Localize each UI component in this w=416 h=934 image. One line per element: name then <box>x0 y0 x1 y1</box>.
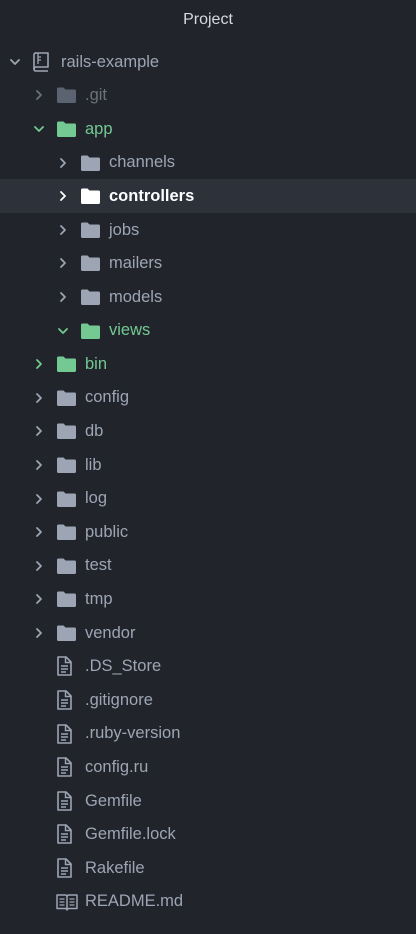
tree-row[interactable]: tmp <box>0 583 416 617</box>
tree-item-label: .ruby-version <box>85 724 181 743</box>
chevron-right-icon[interactable] <box>56 256 70 270</box>
chevron-right-icon[interactable] <box>32 626 46 640</box>
chevron-right-icon[interactable] <box>56 189 70 203</box>
tree-row[interactable]: models <box>0 280 416 314</box>
file-icon <box>56 690 78 710</box>
folder-icon <box>80 321 102 341</box>
chevron-right-icon[interactable] <box>32 559 46 573</box>
chevron-right-icon[interactable] <box>32 88 46 102</box>
tree-item-label: Rakefile <box>85 858 145 877</box>
folder-icon <box>80 220 102 240</box>
project-panel: Project rails-example .git app channels cont… <box>0 0 416 934</box>
tree-row[interactable]: .gitignore <box>0 683 416 717</box>
file-icon <box>56 723 78 744</box>
chevron-right-icon[interactable] <box>32 458 46 472</box>
tree-item-label: config <box>85 388 130 407</box>
folder-icon <box>56 388 78 408</box>
tree-item-label: test <box>85 556 112 575</box>
tree-row[interactable]: jobs <box>0 213 416 247</box>
tree-row[interactable]: log <box>0 482 416 516</box>
tree-item-label: views <box>109 321 151 340</box>
chevron-right-icon[interactable] <box>56 156 70 170</box>
tree-row[interactable]: db <box>0 415 416 449</box>
file-icon <box>56 824 78 845</box>
tree-item-label: jobs <box>109 220 140 239</box>
book-icon <box>56 892 78 912</box>
folder-icon <box>56 421 78 441</box>
folder-icon <box>80 253 102 273</box>
tree-item-label: config.ru <box>85 758 149 777</box>
chevron-right-icon[interactable] <box>56 223 70 237</box>
tree-row[interactable]: app <box>0 112 416 146</box>
tree-row[interactable]: config.ru <box>0 750 416 784</box>
tree-row[interactable]: channels <box>0 146 416 180</box>
tree-row[interactable]: test <box>0 549 416 583</box>
tree-item-label: tmp <box>85 590 113 609</box>
chevron-right-icon[interactable] <box>32 525 46 539</box>
folder-icon <box>56 119 78 139</box>
repo-icon <box>32 51 54 72</box>
file-tree: rails-example .git app channels controllers j… <box>0 45 416 918</box>
folder-icon <box>56 489 78 509</box>
tree-row[interactable]: .git <box>0 79 416 113</box>
tree-item-label: channels <box>109 153 176 172</box>
chevron-right-icon[interactable] <box>56 290 70 304</box>
tree-row[interactable]: controllers <box>0 179 416 213</box>
chevron-right-icon[interactable] <box>32 357 46 371</box>
panel-title: Project <box>183 11 233 28</box>
tree-item-label: .gitignore <box>85 690 153 709</box>
chevron-right-icon[interactable] <box>32 492 46 506</box>
tree-row[interactable]: Gemfile.lock <box>0 818 416 852</box>
tree-row[interactable]: rails-example <box>0 45 416 79</box>
tree-row[interactable]: views <box>0 314 416 348</box>
tree-item-label: db <box>85 422 104 441</box>
folder-icon <box>80 287 102 307</box>
tree-item-label: mailers <box>109 254 163 273</box>
tree-item-label: public <box>85 522 129 541</box>
folder-icon <box>56 623 78 643</box>
folder-icon <box>56 354 78 374</box>
tree-row[interactable]: README.md <box>0 885 416 919</box>
tree-row[interactable]: .ruby-version <box>0 717 416 751</box>
file-icon <box>56 791 78 811</box>
tree-item-label: .DS_Store <box>85 657 162 676</box>
file-icon <box>56 757 78 778</box>
tree-item-label: app <box>85 119 113 138</box>
folder-icon <box>80 186 102 206</box>
folder-icon <box>56 85 78 105</box>
tree-item-label: Gemfile <box>85 791 142 810</box>
tree-item-label: rails-example <box>61 52 160 71</box>
folder-icon <box>56 556 78 576</box>
chevron-right-icon[interactable] <box>32 391 46 405</box>
chevron-right-icon[interactable] <box>32 424 46 438</box>
tree-row[interactable]: bin <box>0 347 416 381</box>
tree-item-label: lib <box>85 455 102 474</box>
folder-icon <box>56 455 78 475</box>
tree-item-label: .git <box>85 86 108 105</box>
tree-item-label: vendor <box>85 623 136 642</box>
tree-item-label: log <box>85 489 108 508</box>
chevron-down-icon[interactable] <box>8 55 22 69</box>
chevron-down-icon[interactable] <box>56 324 70 338</box>
tree-item-label: README.md <box>85 892 184 911</box>
tree-row[interactable]: Rakefile <box>0 851 416 885</box>
tree-row[interactable]: public <box>0 515 416 549</box>
tree-item-label: controllers <box>109 186 195 205</box>
file-icon <box>56 858 78 878</box>
folder-icon <box>56 589 78 609</box>
chevron-right-icon[interactable] <box>32 592 46 606</box>
file-icon <box>56 656 78 677</box>
chevron-down-icon[interactable] <box>32 122 46 136</box>
folder-icon <box>80 153 102 173</box>
tree-row[interactable]: mailers <box>0 247 416 281</box>
tree-row[interactable]: Gemfile <box>0 784 416 818</box>
tree-row[interactable]: .DS_Store <box>0 650 416 684</box>
folder-icon <box>56 522 78 542</box>
tree-row[interactable]: lib <box>0 448 416 482</box>
tree-item-label: models <box>109 287 163 306</box>
tree-item-label: Gemfile.lock <box>85 825 176 844</box>
tree-item-label: bin <box>85 354 108 373</box>
tree-row[interactable]: vendor <box>0 616 416 650</box>
tree-row[interactable]: config <box>0 381 416 415</box>
